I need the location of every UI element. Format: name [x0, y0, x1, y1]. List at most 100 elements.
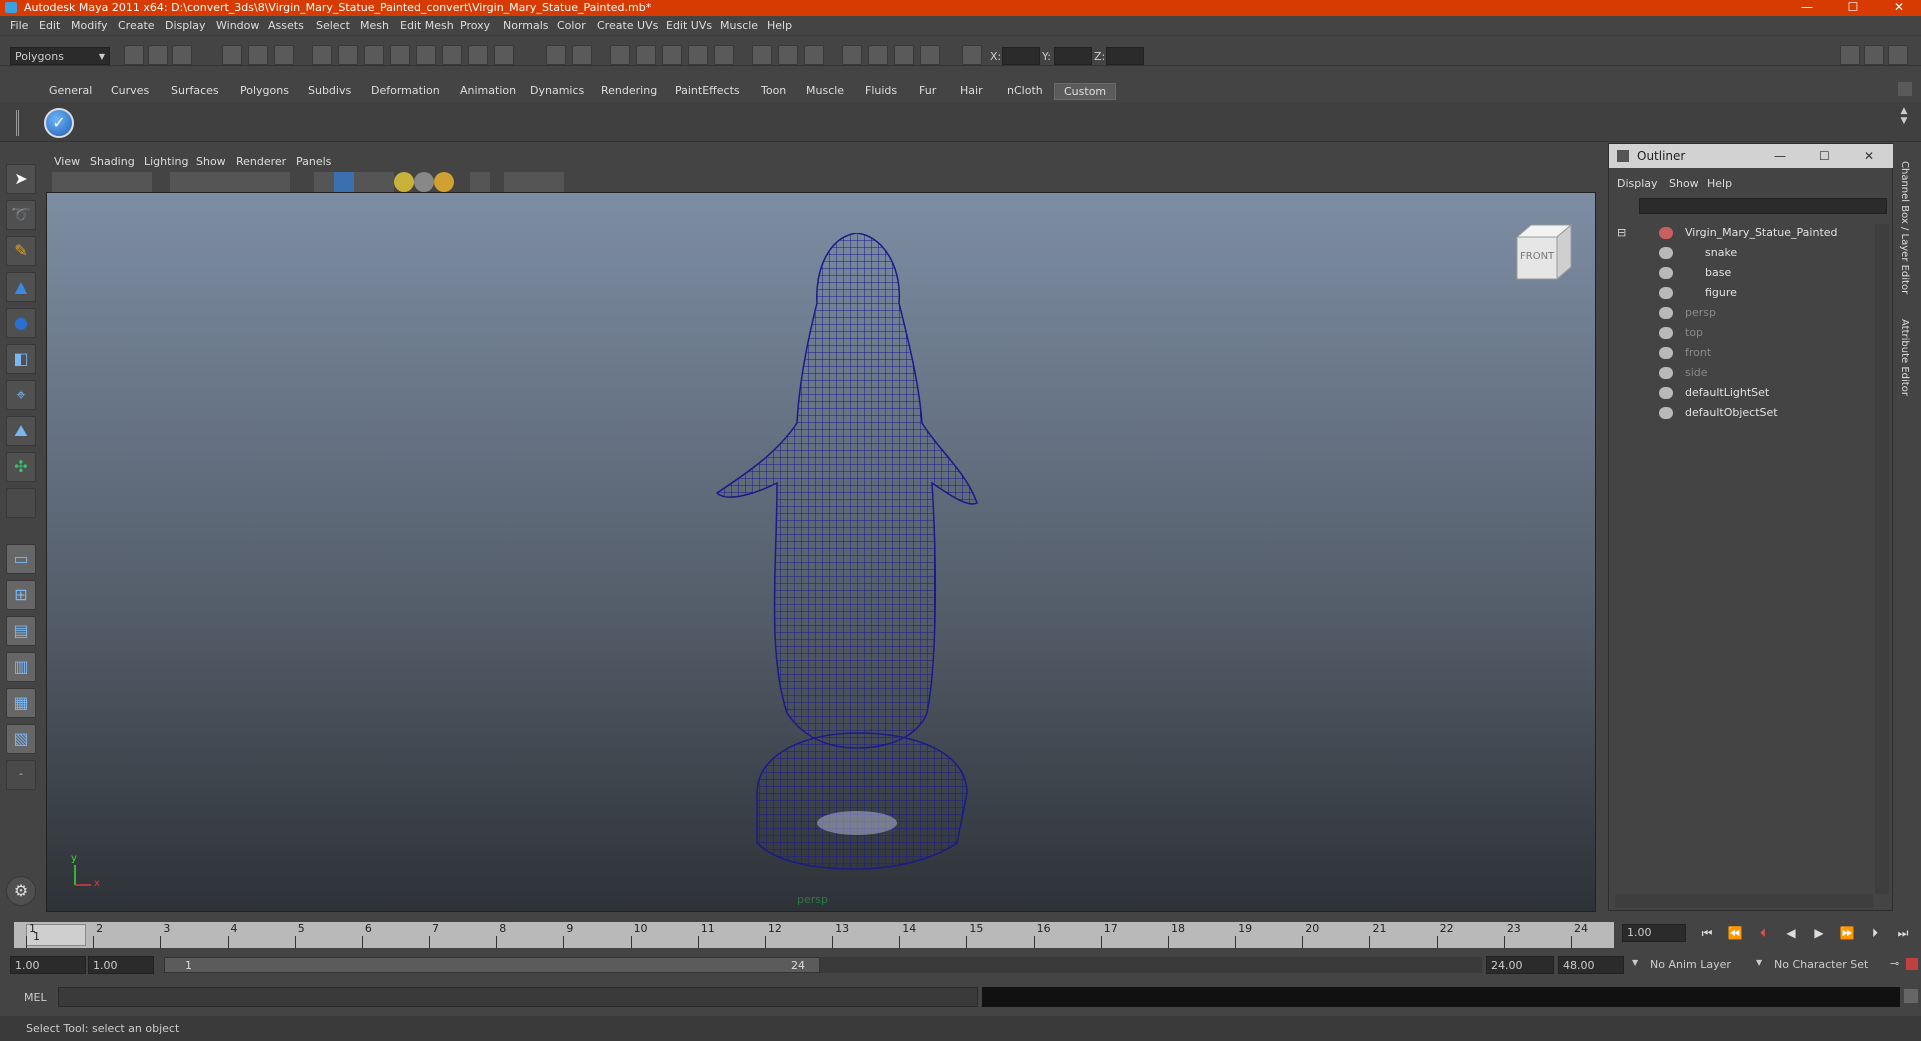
- show-channel-box-icon[interactable]: [1888, 45, 1908, 65]
- preferences-icon[interactable]: [1906, 958, 1918, 970]
- custom-shelf-checkmark-icon[interactable]: ✓: [44, 108, 74, 138]
- xray-icon[interactable]: [920, 45, 940, 65]
- start-time-field[interactable]: 1.00: [10, 956, 86, 974]
- character-set-selector[interactable]: No Character Set: [1770, 956, 1890, 974]
- outliner-item[interactable]: snake: [1609, 244, 1869, 262]
- select-camera-icon[interactable]: [52, 172, 72, 192]
- xray-shading-icon[interactable]: [504, 172, 524, 192]
- hypershade-layout-icon[interactable]: ▦: [6, 688, 36, 718]
- shaded-toggle-icon[interactable]: [804, 45, 824, 65]
- four-view-layout-icon[interactable]: ⊞: [6, 580, 36, 610]
- outliner-title-bar[interactable]: Outliner — ☐ ✕: [1609, 144, 1894, 168]
- step-back-frame-icon[interactable]: ⏴: [1754, 924, 1772, 942]
- texture-icon[interactable]: [842, 45, 862, 65]
- playback-start-field[interactable]: 1.00: [88, 956, 154, 974]
- lasso-tool-icon[interactable]: ➰: [6, 200, 36, 230]
- tab-curves[interactable]: Curves: [102, 83, 158, 100]
- outliner-item[interactable]: persp: [1609, 304, 1869, 322]
- persp-outliner-layout-icon[interactable]: ▤: [6, 616, 36, 646]
- go-to-start-icon[interactable]: ⏮: [1698, 924, 1716, 942]
- tab-muscle[interactable]: Muscle: [797, 83, 853, 100]
- persp-graph-layout-icon[interactable]: ▥: [6, 652, 36, 682]
- outliner-item[interactable]: side: [1609, 364, 1869, 382]
- smooth-shading-icon[interactable]: [334, 172, 354, 192]
- menu-create[interactable]: Create: [118, 19, 155, 32]
- grid-icon[interactable]: [170, 172, 190, 192]
- soft-modification-icon[interactable]: ⛰: [6, 416, 36, 446]
- shadow-icon[interactable]: [894, 45, 914, 65]
- render-settings-icon[interactable]: [662, 45, 682, 65]
- auto-key-icon[interactable]: ⊸: [1890, 957, 1902, 971]
- select-tool-icon[interactable]: ➤: [6, 164, 36, 194]
- transform-constraint-icon[interactable]: [752, 45, 772, 65]
- image-plane-icon[interactable]: [112, 172, 132, 192]
- menu-create-uvs[interactable]: Create UVs: [597, 19, 658, 32]
- history-icon[interactable]: [468, 45, 488, 65]
- move-tool-icon[interactable]: ▲: [6, 272, 36, 302]
- outliner-close-icon[interactable]: ✕: [1864, 144, 1874, 168]
- snap-curve-icon[interactable]: [364, 45, 384, 65]
- render-view-icon[interactable]: [714, 45, 734, 65]
- tab-painteffects[interactable]: PaintEffects: [666, 83, 749, 100]
- menu-window[interactable]: Window: [216, 19, 259, 32]
- outliner-item[interactable]: front: [1609, 344, 1869, 362]
- menu-select[interactable]: Select: [316, 19, 350, 32]
- ipr-render-icon[interactable]: [636, 45, 656, 65]
- tab-attribute-editor[interactable]: Attribute Editor: [1899, 319, 1910, 396]
- tab-fur[interactable]: Fur: [910, 83, 945, 100]
- hypershade-icon[interactable]: [688, 45, 708, 65]
- z-field[interactable]: [1106, 47, 1144, 65]
- tab-hair[interactable]: Hair: [951, 83, 992, 100]
- range-slider[interactable]: 1 24: [164, 957, 820, 973]
- menu-edit[interactable]: Edit: [39, 19, 60, 32]
- play-backwards-icon[interactable]: ◀: [1782, 924, 1800, 942]
- tab-subdivs[interactable]: Subdivs: [299, 83, 360, 100]
- show-tool-settings-icon[interactable]: [1864, 45, 1884, 65]
- rotate-tool-icon[interactable]: ●: [6, 308, 36, 338]
- tab-ncloth[interactable]: nCloth: [998, 83, 1052, 100]
- tab-rendering[interactable]: Rendering: [592, 83, 666, 100]
- viewport-menu-lighting[interactable]: Lighting: [144, 155, 188, 168]
- outliner-item[interactable]: defaultLightSet: [1609, 384, 1869, 402]
- last-tool-icon[interactable]: [6, 488, 36, 518]
- tab-toon[interactable]: Toon: [752, 83, 795, 100]
- wireframe-on-shaded-icon[interactable]: [354, 172, 374, 192]
- camera-attributes-icon[interactable]: [72, 172, 92, 192]
- step-back-key-icon[interactable]: ⏪: [1726, 924, 1744, 942]
- mel-label[interactable]: MEL: [24, 991, 47, 1004]
- toolbox-settings-icon[interactable]: ⚙: [6, 876, 36, 906]
- use-all-lights-icon[interactable]: [394, 172, 414, 192]
- scale-tool-icon[interactable]: ◧: [6, 344, 36, 374]
- custom-layout-icon[interactable]: -: [6, 760, 36, 790]
- wireframe-toggle-icon[interactable]: [778, 45, 798, 65]
- viewport-menu-panels[interactable]: Panels: [296, 155, 331, 168]
- playback-end-field[interactable]: 24.00: [1486, 956, 1554, 974]
- time-slider[interactable]: 1 1 2 3 4 5 6 7 8 9 10 11 12 13 14 15 16 17 18 19 20 21 22 23 2…: [14, 922, 1614, 948]
- menu-edit-mesh[interactable]: Edit Mesh: [400, 19, 454, 32]
- select-object-icon[interactable]: [248, 45, 268, 65]
- absolute-transform-icon[interactable]: [962, 45, 982, 65]
- high-quality-icon[interactable]: [434, 172, 454, 192]
- outliner-minimize-icon[interactable]: —: [1774, 144, 1786, 168]
- y-field[interactable]: [1054, 47, 1092, 65]
- lock-selection-icon[interactable]: [312, 45, 332, 65]
- maximize-button[interactable]: ☐: [1831, 0, 1875, 16]
- tab-animation[interactable]: Animation: [451, 83, 525, 100]
- tab-polygons[interactable]: Polygons: [231, 83, 298, 100]
- tab-deformation[interactable]: Deformation: [362, 83, 449, 100]
- tab-surfaces[interactable]: Surfaces: [162, 83, 228, 100]
- input-ops-icon[interactable]: [546, 45, 566, 65]
- safe-action-icon[interactable]: [270, 172, 290, 192]
- outliner-item[interactable]: base: [1609, 264, 1869, 282]
- script-editor-icon[interactable]: [1904, 989, 1918, 1003]
- textured-icon[interactable]: [374, 172, 394, 192]
- tab-fluids[interactable]: Fluids: [856, 83, 906, 100]
- persp-uv-layout-icon[interactable]: ▧: [6, 724, 36, 754]
- outliner-maximize-icon[interactable]: ☐: [1819, 144, 1830, 168]
- shelf-scroll-arrows-icon[interactable]: ▲ ▼: [1897, 106, 1911, 138]
- minimize-button[interactable]: —: [1785, 0, 1829, 16]
- menu-modify[interactable]: Modify: [71, 19, 107, 32]
- resolution-gate-icon[interactable]: [210, 172, 230, 192]
- output-ops-icon[interactable]: [572, 45, 592, 65]
- xray-joints-icon[interactable]: [524, 172, 544, 192]
